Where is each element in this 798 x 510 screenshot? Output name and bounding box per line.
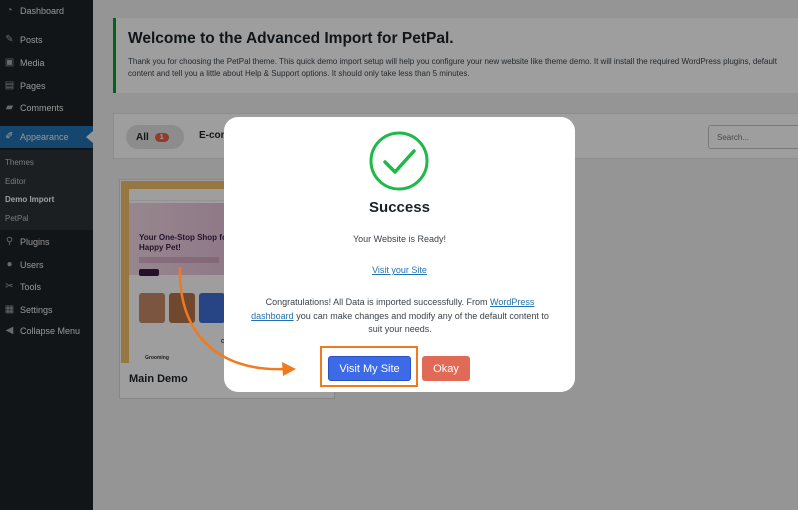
congrats-message: Congratulations! All Data is imported su… [248,296,552,337]
congrats-text-after: you can make changes and modify any of t… [293,310,549,335]
visit-site-link[interactable]: Visit your Site [224,265,575,275]
okay-button[interactable]: Okay [422,356,470,381]
website-ready-text: Your Website is Ready! [352,234,447,244]
visit-my-site-button[interactable]: Visit My Site [328,356,411,381]
success-check-icon [369,131,429,191]
congrats-text-before: Congratulations! All Data is imported su… [265,297,491,307]
modal-title: Success [369,199,430,216]
